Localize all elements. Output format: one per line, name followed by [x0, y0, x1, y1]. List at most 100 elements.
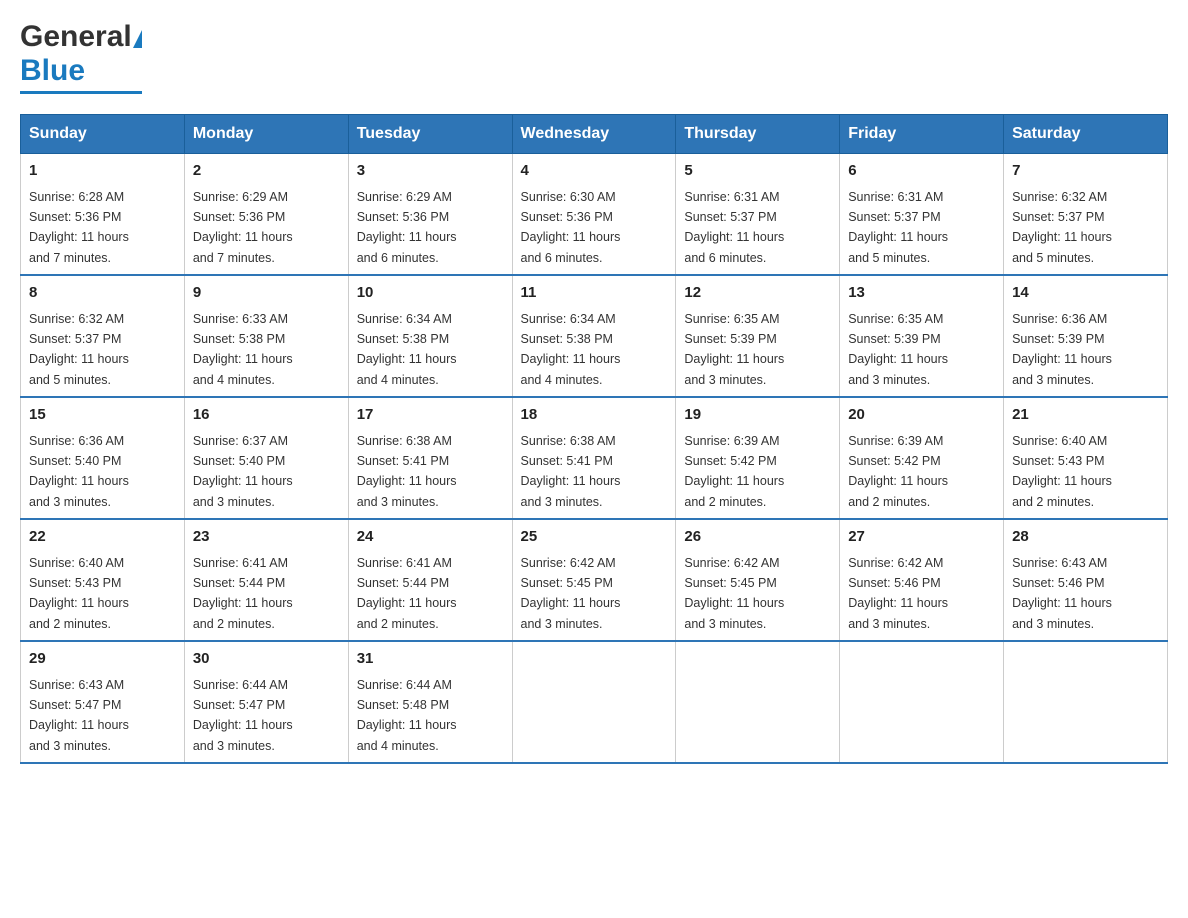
day-info: Sunrise: 6:34 AMSunset: 5:38 PMDaylight:…	[357, 312, 457, 387]
day-info: Sunrise: 6:29 AMSunset: 5:36 PMDaylight:…	[193, 190, 293, 265]
day-info: Sunrise: 6:42 AMSunset: 5:45 PMDaylight:…	[521, 556, 621, 631]
day-number: 25	[521, 526, 668, 549]
day-info: Sunrise: 6:41 AMSunset: 5:44 PMDaylight:…	[193, 556, 293, 631]
day-number: 5	[684, 160, 831, 183]
day-number: 8	[29, 282, 176, 305]
day-number: 18	[521, 404, 668, 427]
week-row-3: 15 Sunrise: 6:36 AMSunset: 5:40 PMDayligh…	[21, 397, 1168, 519]
day-info: Sunrise: 6:28 AMSunset: 5:36 PMDaylight:…	[29, 190, 129, 265]
day-info: Sunrise: 6:42 AMSunset: 5:45 PMDaylight:…	[684, 556, 784, 631]
day-number: 3	[357, 160, 504, 183]
day-info: Sunrise: 6:32 AMSunset: 5:37 PMDaylight:…	[1012, 190, 1112, 265]
day-number: 4	[521, 160, 668, 183]
day-info: Sunrise: 6:34 AMSunset: 5:38 PMDaylight:…	[521, 312, 621, 387]
day-info: Sunrise: 6:36 AMSunset: 5:40 PMDaylight:…	[29, 434, 129, 509]
day-number: 15	[29, 404, 176, 427]
calendar-cell: 26 Sunrise: 6:42 AMSunset: 5:45 PMDayligh…	[676, 519, 840, 641]
day-number: 30	[193, 648, 340, 671]
day-number: 29	[29, 648, 176, 671]
day-number: 13	[848, 282, 995, 305]
day-info: Sunrise: 6:43 AMSunset: 5:46 PMDaylight:…	[1012, 556, 1112, 631]
calendar-cell: 16 Sunrise: 6:37 AMSunset: 5:40 PMDayligh…	[184, 397, 348, 519]
weekday-header-row: SundayMondayTuesdayWednesdayThursdayFrid…	[21, 115, 1168, 154]
day-number: 24	[357, 526, 504, 549]
calendar-cell: 24 Sunrise: 6:41 AMSunset: 5:44 PMDayligh…	[348, 519, 512, 641]
day-number: 16	[193, 404, 340, 427]
weekday-header-wednesday: Wednesday	[512, 115, 676, 154]
day-info: Sunrise: 6:40 AMSunset: 5:43 PMDaylight:…	[29, 556, 129, 631]
day-number: 10	[357, 282, 504, 305]
week-row-2: 8 Sunrise: 6:32 AMSunset: 5:37 PMDaylight…	[21, 275, 1168, 397]
calendar-cell: 30 Sunrise: 6:44 AMSunset: 5:47 PMDayligh…	[184, 641, 348, 763]
week-row-5: 29 Sunrise: 6:43 AMSunset: 5:47 PMDayligh…	[21, 641, 1168, 763]
calendar-cell: 11 Sunrise: 6:34 AMSunset: 5:38 PMDayligh…	[512, 275, 676, 397]
calendar-cell: 28 Sunrise: 6:43 AMSunset: 5:46 PMDayligh…	[1004, 519, 1168, 641]
day-info: Sunrise: 6:37 AMSunset: 5:40 PMDaylight:…	[193, 434, 293, 509]
logo: General Blue	[20, 20, 142, 94]
day-info: Sunrise: 6:36 AMSunset: 5:39 PMDaylight:…	[1012, 312, 1112, 387]
calendar-cell: 8 Sunrise: 6:32 AMSunset: 5:37 PMDaylight…	[21, 275, 185, 397]
calendar-cell: 20Sunrise: 6:39 AMSunset: 5:42 PMDayligh…	[840, 397, 1004, 519]
day-number: 9	[193, 282, 340, 305]
day-number: 21	[1012, 404, 1159, 427]
weekday-header-tuesday: Tuesday	[348, 115, 512, 154]
calendar-cell: 27 Sunrise: 6:42 AMSunset: 5:46 PMDayligh…	[840, 519, 1004, 641]
day-info: Sunrise: 6:44 AMSunset: 5:47 PMDaylight:…	[193, 678, 293, 753]
day-number: 19	[684, 404, 831, 427]
day-info: Sunrise: 6:33 AMSunset: 5:38 PMDaylight:…	[193, 312, 293, 387]
calendar-cell: 5 Sunrise: 6:31 AMSunset: 5:37 PMDaylight…	[676, 154, 840, 276]
day-info: Sunrise: 6:32 AMSunset: 5:37 PMDaylight:…	[29, 312, 129, 387]
calendar-cell: 14 Sunrise: 6:36 AMSunset: 5:39 PMDayligh…	[1004, 275, 1168, 397]
day-info: Sunrise: 6:44 AMSunset: 5:48 PMDaylight:…	[357, 678, 457, 753]
weekday-header-saturday: Saturday	[1004, 115, 1168, 154]
day-number: 23	[193, 526, 340, 549]
calendar-cell: 4Sunrise: 6:30 AMSunset: 5:36 PMDaylight…	[512, 154, 676, 276]
day-number: 26	[684, 526, 831, 549]
day-number: 28	[1012, 526, 1159, 549]
day-info: Sunrise: 6:43 AMSunset: 5:47 PMDaylight:…	[29, 678, 129, 753]
logo-underline	[20, 91, 142, 94]
calendar-cell: 12 Sunrise: 6:35 AMSunset: 5:39 PMDayligh…	[676, 275, 840, 397]
calendar-cell: 10 Sunrise: 6:34 AMSunset: 5:38 PMDayligh…	[348, 275, 512, 397]
page-header: General Blue	[20, 20, 1168, 94]
weekday-header-sunday: Sunday	[21, 115, 185, 154]
calendar-cell	[512, 641, 676, 763]
weekday-header-thursday: Thursday	[676, 115, 840, 154]
logo-blue: Blue	[20, 54, 142, 88]
day-number: 22	[29, 526, 176, 549]
weekday-header-monday: Monday	[184, 115, 348, 154]
day-info: Sunrise: 6:31 AMSunset: 5:37 PMDaylight:…	[684, 190, 784, 265]
day-info: Sunrise: 6:29 AMSunset: 5:36 PMDaylight:…	[357, 190, 457, 265]
day-number: 31	[357, 648, 504, 671]
day-info: Sunrise: 6:41 AMSunset: 5:44 PMDaylight:…	[357, 556, 457, 631]
calendar-cell: 29 Sunrise: 6:43 AMSunset: 5:47 PMDayligh…	[21, 641, 185, 763]
day-info: Sunrise: 6:38 AMSunset: 5:41 PMDaylight:…	[521, 434, 621, 509]
day-number: 11	[521, 282, 668, 305]
calendar-cell: 22 Sunrise: 6:40 AMSunset: 5:43 PMDayligh…	[21, 519, 185, 641]
day-info: Sunrise: 6:35 AMSunset: 5:39 PMDaylight:…	[684, 312, 784, 387]
day-number: 6	[848, 160, 995, 183]
calendar-cell: 9 Sunrise: 6:33 AMSunset: 5:38 PMDaylight…	[184, 275, 348, 397]
weekday-header-friday: Friday	[840, 115, 1004, 154]
calendar-cell: 21 Sunrise: 6:40 AMSunset: 5:43 PMDayligh…	[1004, 397, 1168, 519]
day-number: 14	[1012, 282, 1159, 305]
calendar-cell: 1Sunrise: 6:28 AMSunset: 5:36 PMDaylight…	[21, 154, 185, 276]
day-info: Sunrise: 6:42 AMSunset: 5:46 PMDaylight:…	[848, 556, 948, 631]
day-number: 27	[848, 526, 995, 549]
week-row-4: 22 Sunrise: 6:40 AMSunset: 5:43 PMDayligh…	[21, 519, 1168, 641]
calendar-cell: 13 Sunrise: 6:35 AMSunset: 5:39 PMDayligh…	[840, 275, 1004, 397]
calendar-cell: 2 Sunrise: 6:29 AMSunset: 5:36 PMDaylight…	[184, 154, 348, 276]
calendar-cell	[1004, 641, 1168, 763]
day-number: 12	[684, 282, 831, 305]
calendar-cell	[676, 641, 840, 763]
day-info: Sunrise: 6:31 AMSunset: 5:37 PMDaylight:…	[848, 190, 948, 265]
day-info: Sunrise: 6:40 AMSunset: 5:43 PMDaylight:…	[1012, 434, 1112, 509]
day-number: 2	[193, 160, 340, 183]
calendar-cell: 6 Sunrise: 6:31 AMSunset: 5:37 PMDaylight…	[840, 154, 1004, 276]
calendar-cell	[840, 641, 1004, 763]
week-row-1: 1Sunrise: 6:28 AMSunset: 5:36 PMDaylight…	[21, 154, 1168, 276]
calendar-cell: 23 Sunrise: 6:41 AMSunset: 5:44 PMDayligh…	[184, 519, 348, 641]
day-info: Sunrise: 6:35 AMSunset: 5:39 PMDaylight:…	[848, 312, 948, 387]
day-number: 7	[1012, 160, 1159, 183]
calendar-cell: 31 Sunrise: 6:44 AMSunset: 5:48 PMDayligh…	[348, 641, 512, 763]
